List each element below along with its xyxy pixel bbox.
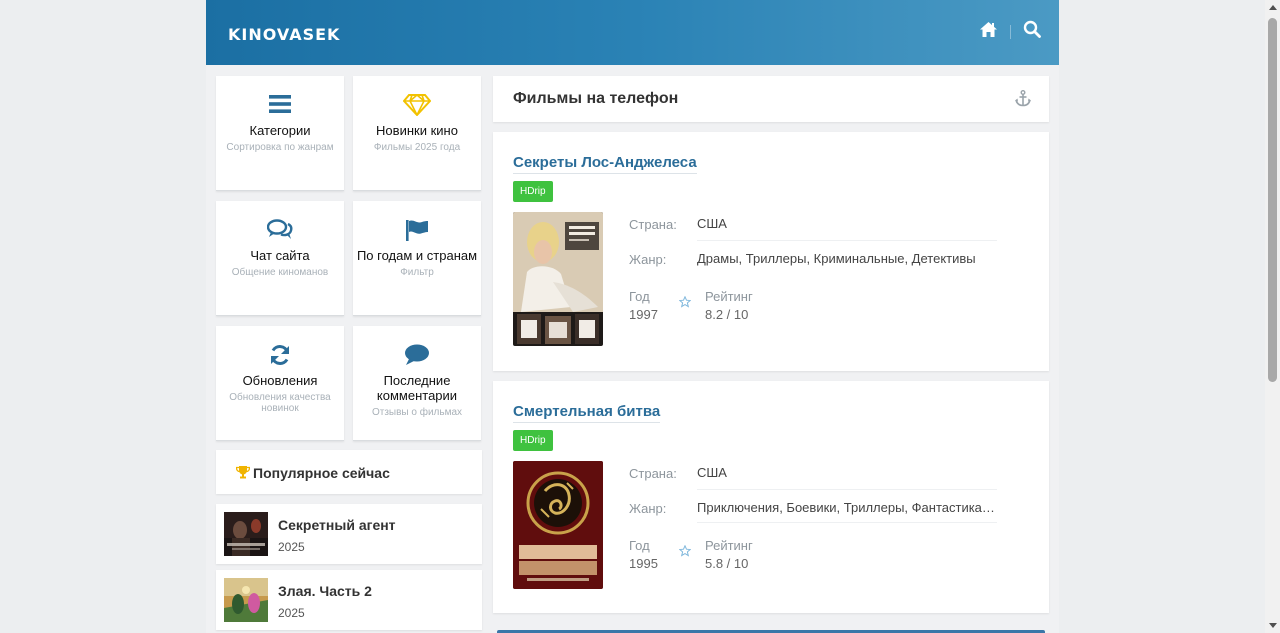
popular-thumbnail xyxy=(224,512,268,556)
diamond-icon xyxy=(353,94,481,120)
site-header: KINOVASEK xyxy=(206,0,1059,65)
popular-thumbnail xyxy=(224,578,268,622)
tile-subtitle: Фильтр xyxy=(400,267,434,278)
header-icons xyxy=(979,20,1041,43)
popular-header: Популярное сейчас xyxy=(216,450,482,494)
movie-title[interactable]: Секреты Лос-Анджелеса xyxy=(513,154,697,174)
country-value: США xyxy=(697,465,727,480)
popular-item-title[interactable]: Секретный агент xyxy=(278,517,396,533)
country-value: США xyxy=(697,216,727,231)
search-icon[interactable] xyxy=(1023,20,1041,43)
genre-label: Жанр: xyxy=(629,501,667,516)
rating-value: 5.8 / 10 xyxy=(705,556,749,571)
divider xyxy=(697,489,997,490)
year-value: 1997 xyxy=(629,307,658,322)
popular-item-year: 2025 xyxy=(278,540,305,554)
movie-poster[interactable] xyxy=(513,212,603,346)
page-scrollbar[interactable] xyxy=(1265,0,1280,633)
quality-badge: HDrip xyxy=(513,181,553,202)
chat-icon xyxy=(216,219,344,245)
tile-filter[interactable]: По годам и странам Фильтр xyxy=(353,201,481,316)
popular-item-title[interactable]: Злая. Часть 2 xyxy=(278,583,372,599)
popular-title: Популярное сейчас xyxy=(253,465,390,481)
movie-title[interactable]: Смертельная битва xyxy=(513,403,661,423)
trophy-icon xyxy=(235,465,251,484)
menu-icon xyxy=(216,94,344,120)
tile-updates[interactable]: Обновления Обновления качества новинок xyxy=(216,326,344,441)
year-label: Год xyxy=(629,538,650,553)
quality-badge: HDrip xyxy=(513,430,553,451)
star-icon xyxy=(678,295,692,313)
list-item[interactable]: Секретный агент 2025 xyxy=(216,504,482,564)
site-logo[interactable]: KINOVASEK xyxy=(228,25,340,44)
movie-card: Секреты Лос-Анджелеса HDrip Страна: США … xyxy=(493,132,1049,371)
star-icon xyxy=(678,544,692,562)
tile-title: Чат сайта xyxy=(250,248,310,263)
section-header: Фильмы на телефон xyxy=(493,76,1049,122)
tile-subtitle: Обновления качества новинок xyxy=(229,392,331,414)
tile-subtitle: Фильмы 2025 года xyxy=(373,142,461,153)
page: KINOVASEK Категории Сортировка по жанрам… xyxy=(206,0,1059,633)
genre-label: Жанр: xyxy=(629,252,667,267)
header-divider xyxy=(1010,24,1011,39)
rating-label: Рейтинг xyxy=(705,538,753,553)
genre-value[interactable]: Драмы, Триллеры, Криминальные, Детективы xyxy=(697,251,997,266)
scrollbar-thumb[interactable] xyxy=(1268,18,1277,382)
tile-title: Новинки кино xyxy=(376,123,458,138)
country-label: Страна: xyxy=(629,217,677,232)
genre-value[interactable]: Приключения, Боевики, Триллеры, Фантасти… xyxy=(697,500,997,515)
refresh-icon xyxy=(216,344,344,370)
divider xyxy=(697,240,997,241)
flag-icon xyxy=(353,219,481,245)
tile-title: Категории xyxy=(249,123,311,138)
home-icon[interactable] xyxy=(979,21,998,43)
divider xyxy=(697,522,997,523)
tile-subtitle: Отзывы о фильмах xyxy=(371,407,463,418)
tile-subtitle: Сортировка по жанрам xyxy=(226,142,334,153)
comment-icon xyxy=(353,344,481,370)
tile-title: Обновления xyxy=(242,373,318,388)
section-title: Фильмы на телефон xyxy=(513,90,679,107)
tile-subtitle: Общение киноманов xyxy=(231,267,329,278)
rating-label: Рейтинг xyxy=(705,289,753,304)
tile-last-comments[interactable]: Последние комментарии Отзывы о фильмах xyxy=(353,326,481,441)
movie-card: Смертельная битва HDrip Страна: США Жанр… xyxy=(493,381,1049,613)
tile-chat[interactable]: Чат сайта Общение киноманов xyxy=(216,201,344,316)
tile-title: Последние комментарии xyxy=(376,373,458,403)
year-label: Год xyxy=(629,289,650,304)
popular-item-year: 2025 xyxy=(278,606,305,620)
rating-value: 8.2 / 10 xyxy=(705,307,749,322)
scroll-up-arrow[interactable] xyxy=(1269,5,1277,10)
year-value: 1995 xyxy=(629,556,658,571)
tile-title: По годам и странам xyxy=(356,248,478,263)
tile-new-movies[interactable]: Новинки кино Фильмы 2025 года xyxy=(353,76,481,191)
movie-poster[interactable] xyxy=(513,461,603,589)
country-label: Страна: xyxy=(629,466,677,481)
list-item[interactable]: Злая. Часть 2 2025 xyxy=(216,570,482,630)
anchor-icon[interactable] xyxy=(1015,90,1031,112)
scroll-down-arrow[interactable] xyxy=(1269,623,1277,628)
tile-categories[interactable]: Категории Сортировка по жанрам xyxy=(216,76,344,191)
